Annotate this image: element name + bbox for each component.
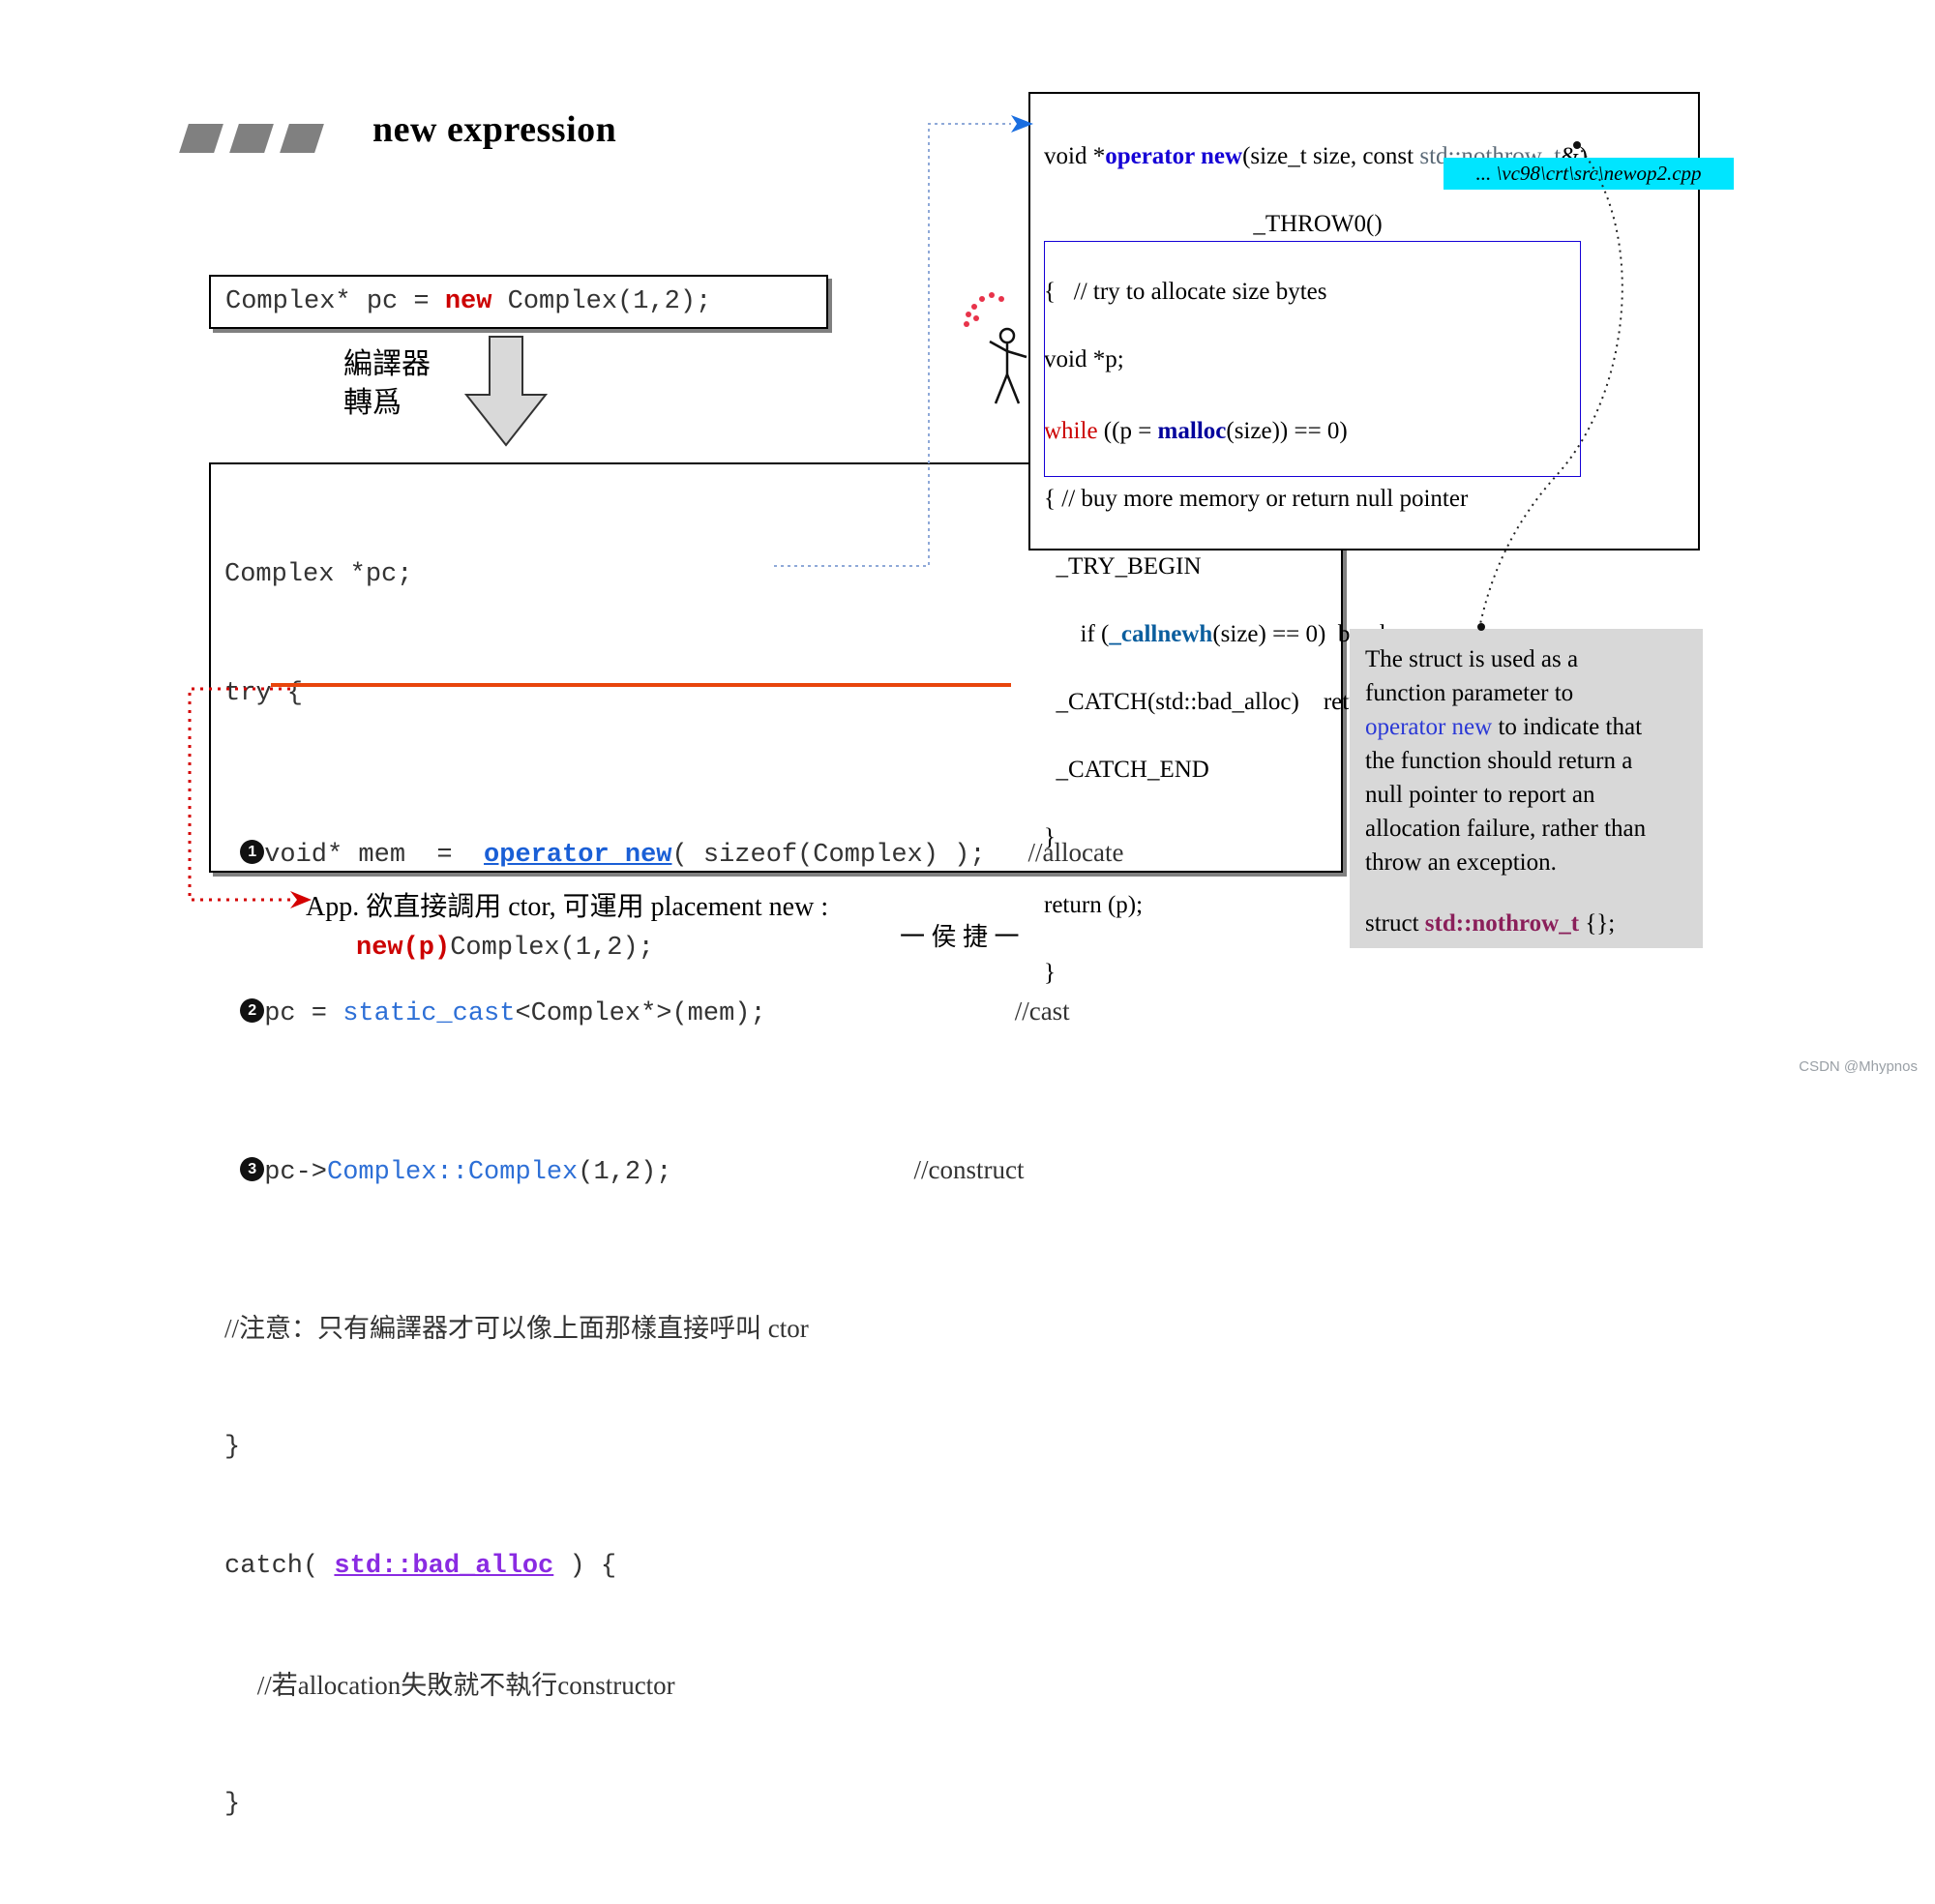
note-line-4: the function should return a	[1365, 748, 1633, 774]
code-text: return (p);	[1044, 892, 1144, 918]
operator-new-token[interactable]: operator new	[484, 841, 671, 870]
conversion-label-line1: 編譯器	[343, 348, 431, 380]
code-text: _CATCH_END	[1044, 757, 1209, 783]
note-text: {};	[1579, 910, 1616, 937]
code-text: _TRY_BEGIN	[1044, 553, 1202, 580]
step-bullet-2: 2	[240, 998, 265, 1024]
spark-dots-icon	[964, 292, 1004, 327]
conversion-label: 編譯器 轉爲	[343, 345, 431, 423]
code-text: }	[224, 1790, 241, 1819]
step-bullet-1: 1	[240, 840, 265, 865]
code-text: //若allocation失敗就不執行constructor	[224, 1671, 675, 1700]
static-cast-token: static_cast	[342, 999, 516, 1028]
source-path-label: ... \vc98\crt\src\newop2.cpp	[1444, 158, 1734, 190]
expr-suffix: Complex(1,2);	[491, 287, 712, 316]
strikethrough-line	[271, 683, 1011, 687]
note-text: to indicate that	[1492, 714, 1643, 740]
nothrow-t-token: std::nothrow_t	[1424, 910, 1580, 937]
stick-figure-icon	[964, 292, 1027, 404]
operator-new-link: operator new	[1365, 714, 1493, 740]
note-line-1: The struct is used as a	[1365, 646, 1579, 672]
bad-alloc-token: std::bad_alloc	[334, 1552, 554, 1581]
conversion-label-line2: 轉爲	[343, 387, 402, 419]
code-text: void* mem =	[264, 841, 485, 870]
code-text: }	[1044, 960, 1056, 986]
callnewh-token: _callnewh	[1109, 621, 1213, 647]
ctor-call-token: Complex::Complex	[327, 1158, 579, 1187]
author-signature: 一 侯 捷 一	[900, 923, 1020, 951]
note-struct-decl: struct std::nothrow_t {};	[1365, 907, 1687, 940]
src-line-try-begin: _TRY_BEGIN	[1044, 550, 1698, 583]
down-arrow-icon	[463, 336, 549, 447]
code-text: void *	[1044, 143, 1106, 169]
code-text: Complex *pc;	[224, 560, 413, 589]
code-text: pc =	[264, 999, 343, 1028]
expr-new-keyword: new	[444, 287, 492, 316]
placement-new-line1: App. 欲直接調用 ctor, 可運用 placement new :	[306, 892, 829, 922]
src-line-throw0: _THROW0()	[1044, 207, 1698, 241]
code-text: (size_t size, const	[1242, 143, 1420, 169]
step-bullet-3: 3	[240, 1157, 265, 1182]
note-line-2: function parameter to	[1365, 680, 1574, 706]
code-text: //注意：只有編譯器才可以像上面那樣直接呼叫 ctor	[224, 1314, 809, 1343]
operator-new-token: operator new	[1105, 143, 1243, 169]
placement-new-note: App. 欲直接調用 ctor, 可運用 placement new : new…	[306, 888, 828, 967]
code-text: ( sizeof(Complex) );	[671, 841, 986, 870]
code-text: ) {	[553, 1552, 617, 1581]
code-text: }	[224, 1433, 241, 1462]
while-loop-highlight-frame	[1044, 241, 1581, 477]
code-line-catch: catch( std::bad_alloc ) {	[224, 1547, 1341, 1587]
code-line-note-struck: //注意：只有編譯器才可以像上面那樣直接呼叫 ctor	[224, 1309, 1341, 1349]
placement-new-rest: Complex(1,2);	[450, 934, 654, 963]
expression-code-line: Complex* pc = new Complex(1,2);	[211, 287, 711, 316]
watermark: CSDN @Mhypnos	[1799, 1058, 1918, 1075]
code-text: pc->	[264, 1158, 328, 1187]
nothrow-explanation-note: The struct is used as a function paramet…	[1350, 629, 1703, 948]
title-decoration-bars	[179, 124, 329, 153]
page-title: new expression	[372, 109, 617, 150]
code-line: }	[224, 1785, 1341, 1825]
title-bar-1	[179, 124, 223, 153]
code-line-construct: 3 pc->Complex::Complex(1,2); //construct	[224, 1150, 1341, 1190]
new-expression-code-box: Complex* pc = new Complex(1,2);	[209, 275, 828, 329]
title-bar-2	[229, 124, 274, 153]
note-line-7: throw an exception.	[1365, 849, 1557, 876]
note-line-5: null pointer to report an	[1365, 782, 1595, 808]
src-line-buy-comment: { // buy more memory or return null poin…	[1044, 482, 1698, 516]
placement-new-line2: new(p)Complex(1,2);	[306, 927, 828, 967]
code-text: (1,2);	[578, 1158, 672, 1187]
code-text: <Complex*>(mem);	[515, 999, 766, 1028]
src-line-final-brace: }	[1044, 956, 1698, 990]
code-text: }	[1044, 824, 1056, 850]
code-text: if (	[1044, 621, 1110, 647]
note-text: struct	[1365, 910, 1425, 937]
title-bar-3	[280, 124, 324, 153]
expr-prefix: Complex* pc =	[225, 287, 445, 316]
code-line: }	[224, 1428, 1341, 1468]
code-line: //若allocation失敗就不執行constructor	[224, 1666, 1341, 1706]
note-line-3: operator new to indicate that	[1365, 710, 1687, 744]
code-text: catch(	[224, 1552, 335, 1581]
note-line-6: allocation failure, rather than	[1365, 816, 1647, 842]
code-comment: //construct	[913, 1155, 1025, 1184]
code-text: { // buy more memory or return null poin…	[1044, 486, 1469, 512]
code-text: _THROW0()	[1253, 211, 1383, 237]
placement-new-keyword: new(p)	[356, 934, 451, 963]
